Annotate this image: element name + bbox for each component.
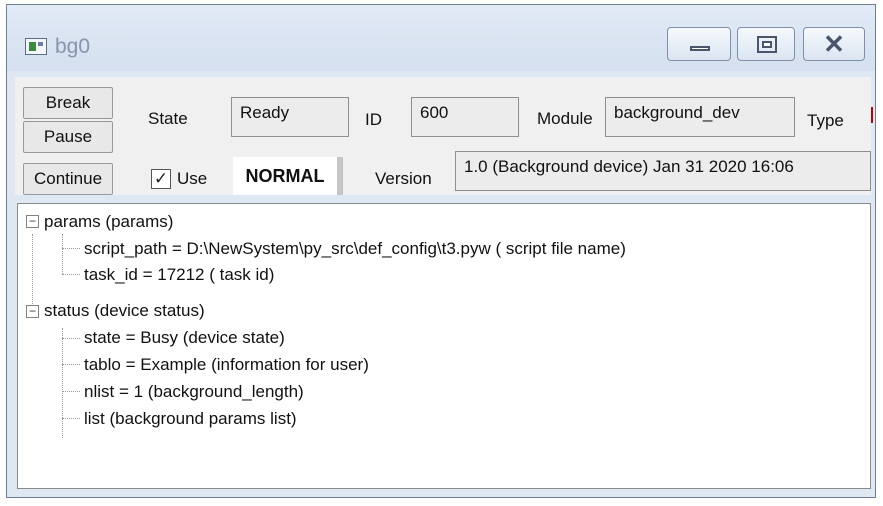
close-icon: ✕ (823, 29, 845, 59)
pause-button[interactable]: Pause (23, 121, 113, 153)
continue-button[interactable]: Continue (23, 163, 113, 195)
window-title: bg0 (55, 35, 91, 58)
minimize-button[interactable] (667, 27, 731, 61)
tree-connector (62, 418, 80, 419)
tree-node-script-path[interactable]: script_path = D:\NewSystem\py_src\def_co… (84, 239, 626, 259)
title-bar[interactable]: bg0 ✕ (7, 5, 875, 71)
id-field[interactable]: 600 (411, 97, 519, 137)
version-label: Version (375, 169, 432, 188)
tree-connector (62, 364, 80, 365)
break-button[interactable]: Break (23, 87, 113, 119)
collapse-toggle-status[interactable]: − (26, 305, 39, 318)
tree-connector (62, 338, 80, 339)
tree-connector (62, 328, 63, 438)
tree-connector (62, 248, 80, 249)
tree-connector (62, 391, 80, 392)
module-field[interactable]: background_dev (605, 97, 795, 137)
tree-node-status[interactable]: status (device status) (44, 301, 205, 321)
tree-node-list[interactable]: list (background params list) (84, 409, 297, 429)
module-label: Module (537, 109, 593, 128)
tree-node-nlist[interactable]: nlist = 1 (background_length) (84, 382, 304, 402)
type-indicator (871, 107, 873, 123)
id-label: ID (365, 110, 382, 129)
collapse-toggle-params[interactable]: − (26, 215, 39, 228)
close-button[interactable]: ✕ (803, 27, 865, 61)
use-checkbox[interactable]: ✓ (151, 169, 171, 189)
version-field[interactable]: 1.0 (Background device) Jan 31 2020 16:0… (455, 151, 871, 191)
tree-connector (62, 274, 80, 275)
use-label: Use (177, 169, 208, 188)
control-panel: Break Pause Continue State Ready ID 600 … (15, 77, 873, 195)
maximize-button[interactable] (737, 27, 795, 61)
tree-node-tablo[interactable]: tablo = Example (information for user) (84, 355, 369, 375)
state-label: State (148, 109, 188, 128)
type-label: Type (807, 111, 844, 130)
device-window: bg0 ✕ Break Pause Continue State Ready I… (6, 4, 876, 498)
tree-node-task-id[interactable]: task_id = 17212 ( task id) (84, 265, 274, 285)
app-icon (25, 38, 47, 55)
state-field[interactable]: Ready (231, 97, 349, 137)
tree-connector (32, 234, 33, 306)
tree-connector (62, 234, 63, 274)
mode-indicator: NORMAL (233, 157, 343, 195)
parameter-tree[interactable]: − params (params) script_path = D:\NewSy… (17, 203, 871, 489)
tree-node-state[interactable]: state = Busy (device state) (84, 328, 285, 348)
tree-node-params[interactable]: params (params) (44, 212, 173, 232)
